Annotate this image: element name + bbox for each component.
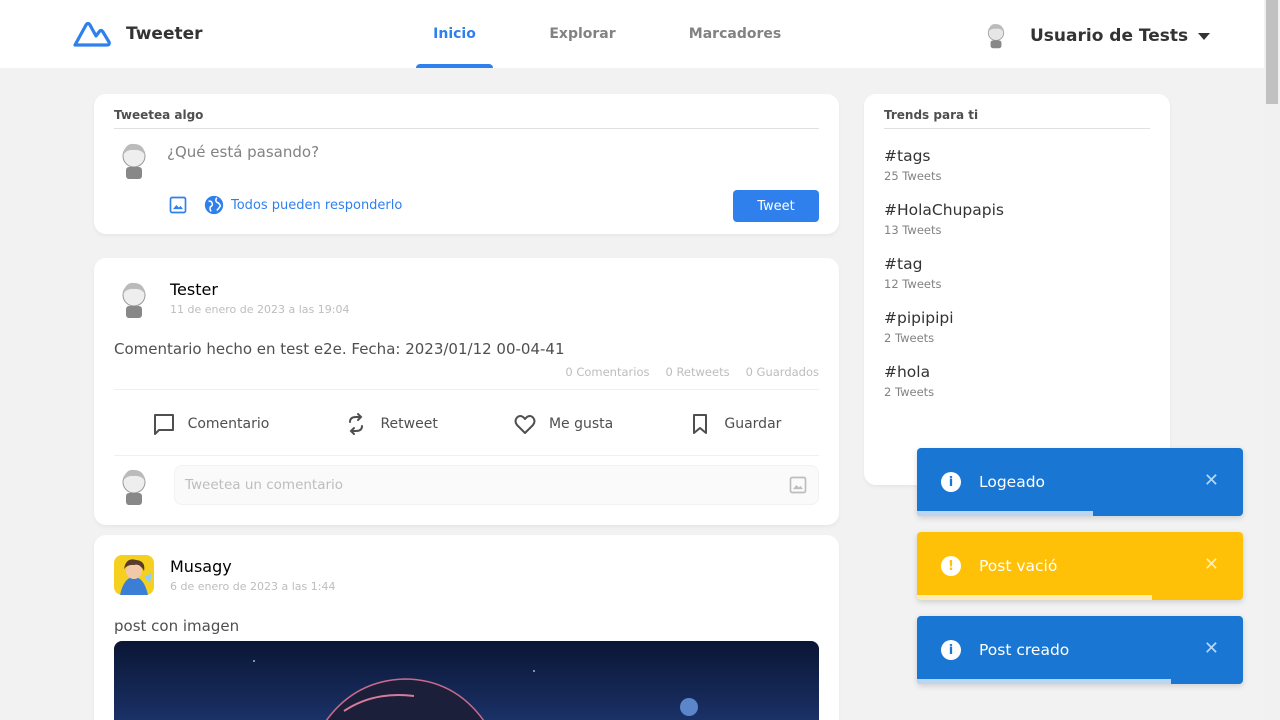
toast-notification: ! Post vació ✕ xyxy=(917,532,1243,600)
trend-item[interactable]: #tags 25 Tweets xyxy=(884,147,1150,183)
post-actions: Comentario Retweet Me gusta Guardar xyxy=(114,398,819,450)
logo[interactable]: Tweeter xyxy=(72,20,203,48)
bookmark-icon xyxy=(693,414,708,434)
trend-tag[interactable]: #tag xyxy=(884,255,1150,273)
tab-inicio[interactable]: Inicio xyxy=(416,0,493,68)
compose-title: Tweetea algo xyxy=(114,108,819,129)
warning-icon: ! xyxy=(941,556,961,576)
close-icon[interactable]: ✕ xyxy=(1204,638,1219,659)
info-icon: i xyxy=(941,472,961,492)
trend-tag[interactable]: #hola xyxy=(884,363,1150,381)
compose-input[interactable]: ¿Qué está pasando? xyxy=(167,143,319,179)
comment-button[interactable]: Comentario xyxy=(152,412,270,436)
post-text: Comentario hecho en test e2e. Fecha: 202… xyxy=(114,340,565,358)
trends-card: Trends para ti #tags 25 Tweets #HolaChup… xyxy=(864,94,1170,485)
scrollbar[interactable] xyxy=(1264,0,1280,720)
trend-count: 12 Tweets xyxy=(884,277,942,291)
comment-icon xyxy=(153,414,174,435)
toast-notification: i Post creado ✕ xyxy=(917,616,1243,684)
avatar[interactable] xyxy=(114,278,154,318)
trend-tag[interactable]: #HolaChupapis xyxy=(884,201,1150,219)
toast-message: Post vació xyxy=(979,557,1058,575)
trend-item[interactable]: #hola 2 Tweets xyxy=(884,363,1150,399)
tab-marcadores[interactable]: Marcadores xyxy=(686,0,784,68)
close-icon[interactable]: ✕ xyxy=(1204,470,1219,491)
avatar[interactable] xyxy=(114,555,154,595)
post-date: 11 de enero de 2023 a las 19:04 xyxy=(170,303,350,316)
reply-placeholder: Tweetea un comentario xyxy=(185,477,344,493)
toast-message: Post creado xyxy=(979,641,1070,659)
post-image[interactable] xyxy=(114,641,819,720)
trend-tag[interactable]: #tags xyxy=(884,147,1150,165)
trend-item[interactable]: #HolaChupapis 13 Tweets xyxy=(884,201,1150,237)
trend-item[interactable]: #pipipipi 2 Tweets xyxy=(884,309,1150,345)
image-icon[interactable] xyxy=(168,195,188,215)
post-author[interactable]: Tester xyxy=(170,280,349,299)
avatar xyxy=(982,18,1018,54)
post-text: post con imagen xyxy=(114,617,240,635)
trend-count: 2 Tweets xyxy=(884,331,935,345)
tab-explorar[interactable]: Explorar xyxy=(545,0,620,68)
trend-count: 13 Tweets xyxy=(884,223,942,237)
trend-tag[interactable]: #pipipipi xyxy=(884,309,1150,327)
top-header: Tweeter Inicio Explorar Marcadores Usuar… xyxy=(0,0,1264,68)
toast-progress xyxy=(917,595,1152,600)
toast-progress xyxy=(917,511,1094,516)
post-date: 6 de enero de 2023 a las 1:44 xyxy=(170,580,336,593)
save-button[interactable]: Guardar xyxy=(688,412,781,436)
toast-progress xyxy=(917,679,1172,684)
globe-icon[interactable] xyxy=(203,194,225,216)
retweets-count: 0 Retweets xyxy=(665,365,730,379)
avatar xyxy=(114,139,154,179)
heart-icon xyxy=(514,415,536,434)
post-card: Musagy 6 de enero de 2023 a las 1:44 pos… xyxy=(94,535,839,720)
like-label: Me gusta xyxy=(548,416,614,432)
post-card: Tester 11 de enero de 2023 a las 19:04 C… xyxy=(94,258,839,525)
comment-label: Comentario xyxy=(187,416,270,432)
reply-input[interactable]: Tweetea un comentario xyxy=(174,465,819,505)
save-label: Guardar xyxy=(724,416,782,432)
post-author[interactable]: Musagy xyxy=(170,557,335,576)
user-menu[interactable]: Usuario de Tests xyxy=(982,18,1211,54)
trend-item[interactable]: #tag 12 Tweets xyxy=(884,255,1150,291)
trends-title: Trends para ti xyxy=(884,108,1150,129)
trend-count: 2 Tweets xyxy=(884,385,935,399)
tweet-button[interactable]: Tweet xyxy=(733,190,819,222)
comments-count: 0 Comentarios xyxy=(565,365,650,379)
image-icon[interactable] xyxy=(788,475,808,495)
avatar xyxy=(114,465,154,505)
reply-setting[interactable]: Todos pueden responderlo xyxy=(231,198,402,213)
toast-message: Logeado xyxy=(979,473,1046,491)
divider xyxy=(114,455,819,456)
app-name: Tweeter xyxy=(126,24,203,44)
toast-notification: i Logeado ✕ xyxy=(917,448,1243,516)
trend-count: 25 Tweets xyxy=(884,169,942,183)
retweet-label: Retweet xyxy=(380,416,438,432)
user-name: Usuario de Tests xyxy=(1030,26,1189,46)
retweet-button[interactable]: Retweet xyxy=(344,412,438,436)
saved-count: 0 Guardados xyxy=(745,365,819,379)
chevron-down-icon xyxy=(1198,32,1211,40)
divider xyxy=(114,389,819,390)
scrollbar-thumb[interactable] xyxy=(1266,0,1278,104)
like-button[interactable]: Me gusta xyxy=(513,412,613,436)
retweet-icon xyxy=(349,413,364,435)
close-icon[interactable]: ✕ xyxy=(1204,554,1219,575)
info-icon: i xyxy=(941,640,961,660)
tweeter-logo-icon xyxy=(73,21,111,47)
compose-card: Tweetea algo ¿Qué está pasando? Todos pu… xyxy=(94,94,839,234)
post-stats: 0 Comentarios 0 Retweets 0 Guardados xyxy=(565,365,819,379)
